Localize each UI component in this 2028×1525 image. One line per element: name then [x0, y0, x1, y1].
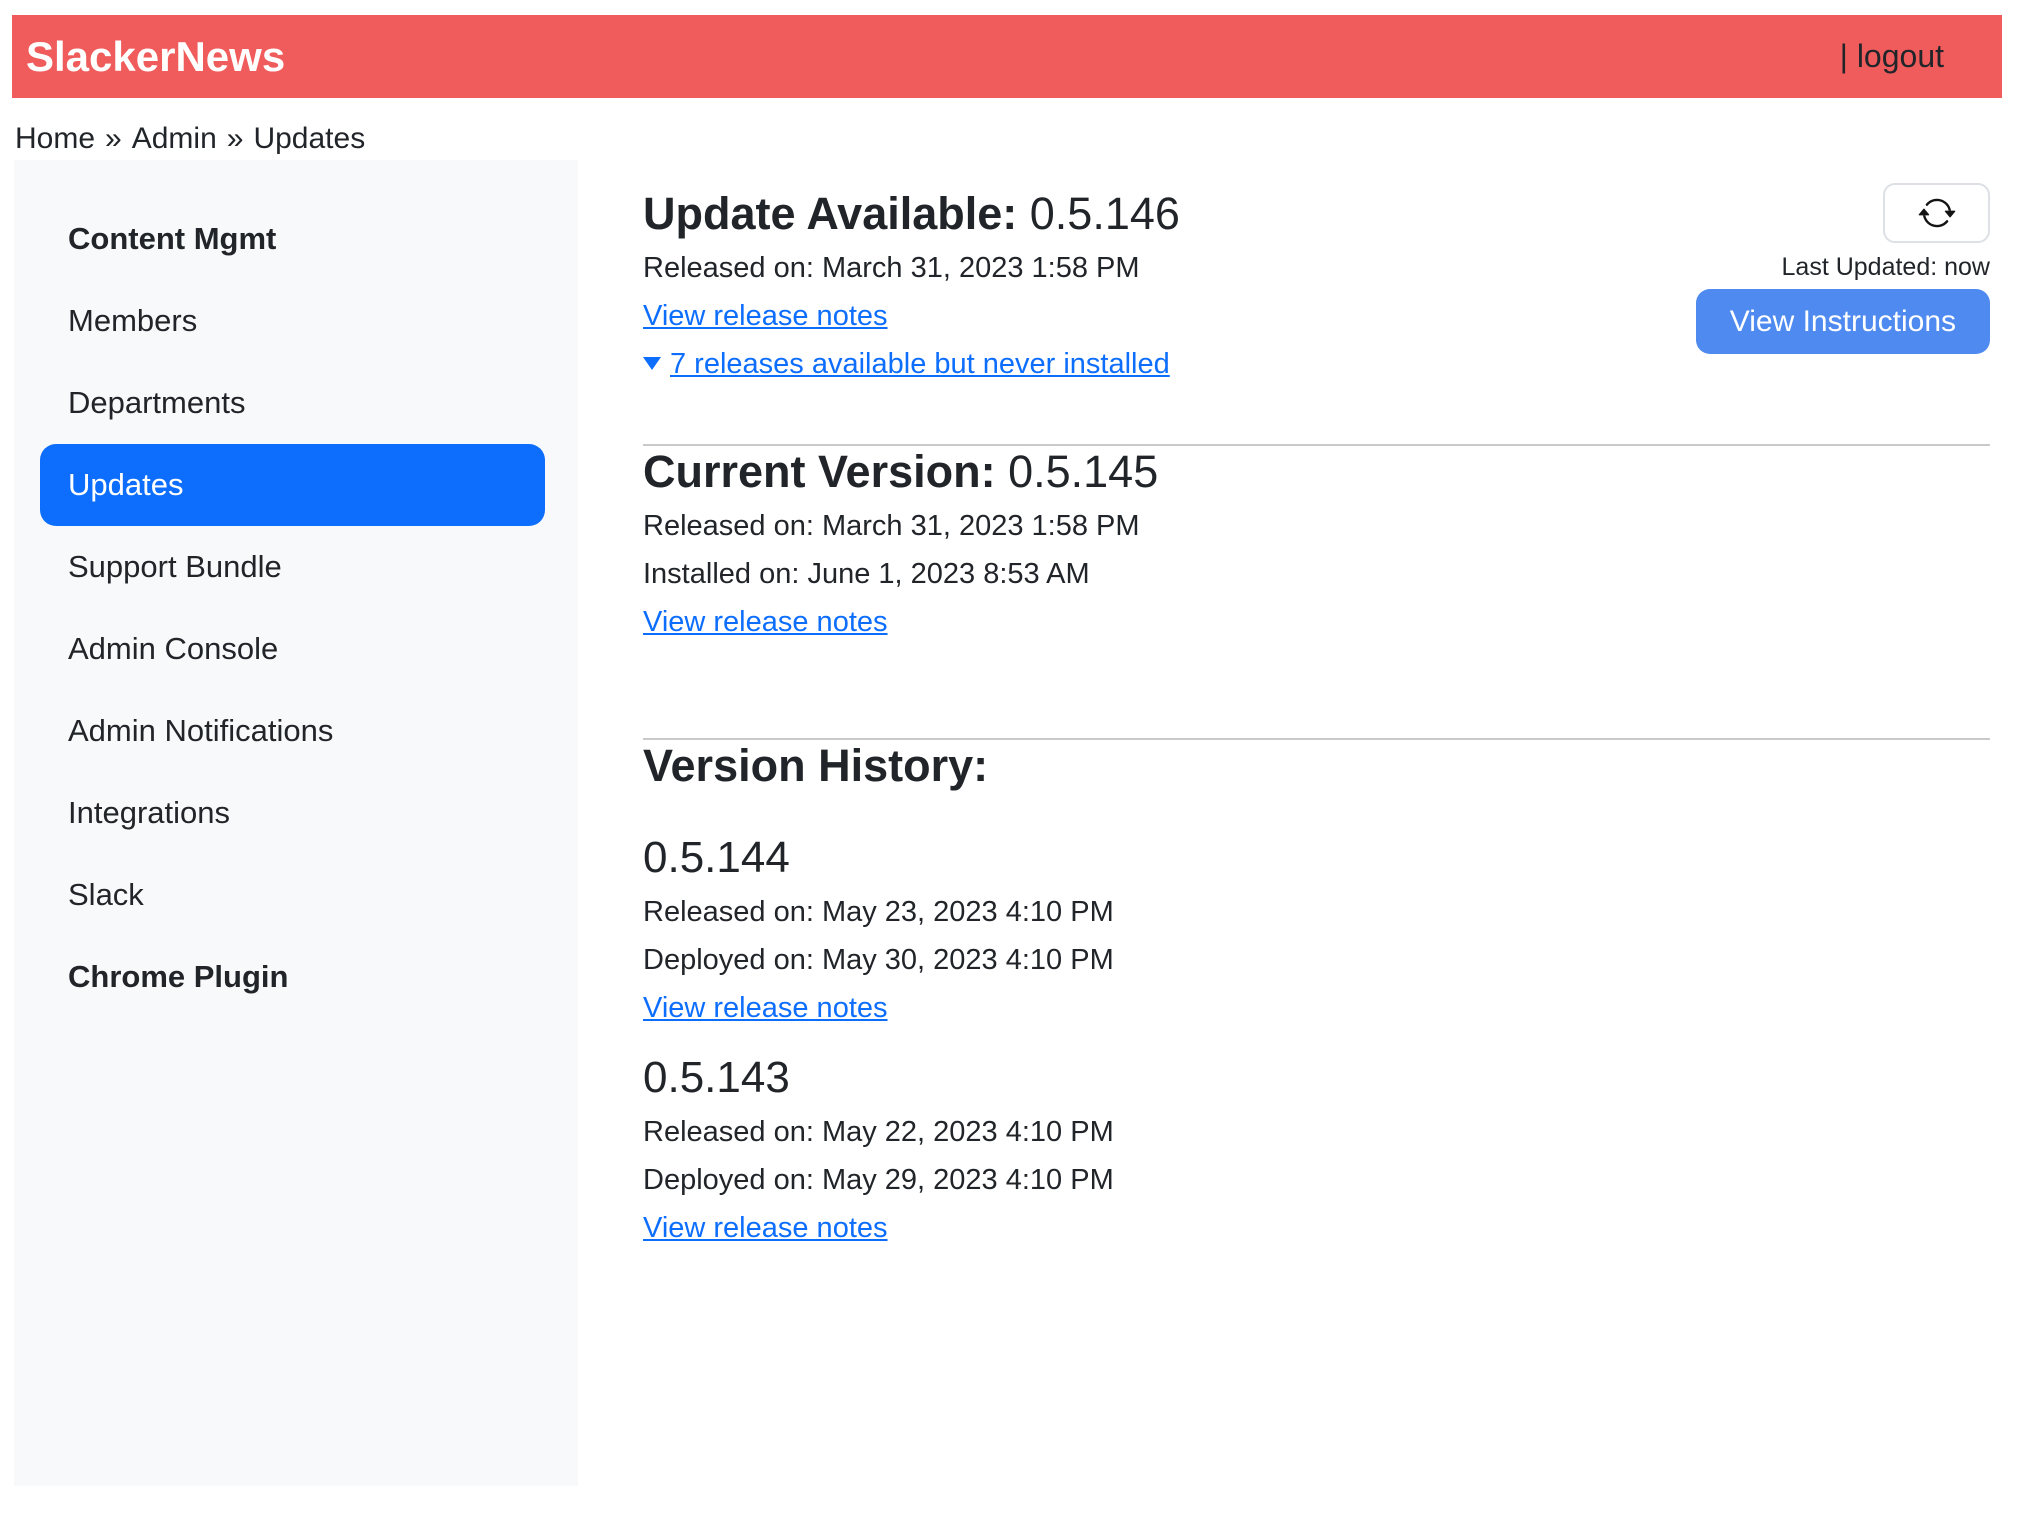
update-available-section: Update Available: 0.5.146 Released on: M…	[643, 188, 1990, 384]
current-installed-on: Installed on: June 1, 2023 8:53 AM	[643, 554, 1990, 594]
sidebar-item-updates[interactable]: Updates	[40, 444, 545, 526]
current-release-notes-link[interactable]: View release notes	[643, 606, 888, 638]
history-deployed-on: Deployed on: May 29, 2023 4:10 PM	[643, 1160, 1990, 1200]
update-available-label: Update Available:	[643, 188, 1017, 239]
sidebar-item-support-bundle[interactable]: Support Bundle	[40, 526, 545, 608]
logout-link[interactable]: | logout	[1840, 38, 1944, 75]
sidebar-item-admin-console[interactable]: Admin Console	[40, 608, 545, 690]
version-history-entry: 0.5.143 Released on: May 22, 2023 4:10 P…	[643, 1052, 1990, 1248]
history-deployed-on: Deployed on: May 30, 2023 4:10 PM	[643, 940, 1990, 980]
breadcrumb: Home » Admin » Updates	[15, 120, 2028, 158]
current-version-number: 0.5.145	[1008, 446, 1158, 497]
current-version-label: Current Version:	[643, 446, 996, 497]
sidebar-item-chrome-plugin[interactable]: Chrome Plugin	[40, 936, 545, 1018]
updates-main: Update Available: 0.5.146 Released on: M…	[578, 160, 2028, 1248]
history-released-on: Released on: May 23, 2023 4:10 PM	[643, 892, 1990, 932]
sidebar-item-content-mgmt[interactable]: Content Mgmt	[40, 198, 545, 280]
history-version: 0.5.143	[643, 1052, 1990, 1104]
update-available-heading: Update Available: 0.5.146	[643, 188, 1180, 240]
history-release-notes-link[interactable]: View release notes	[643, 992, 888, 1024]
breadcrumb-updates: Updates	[253, 122, 365, 155]
update-release-notes-link[interactable]: View release notes	[643, 300, 888, 332]
breadcrumb-admin[interactable]: Admin	[132, 122, 217, 155]
update-available-info: Update Available: 0.5.146 Released on: M…	[643, 188, 1180, 384]
sidebar-item-slack[interactable]: Slack	[40, 854, 545, 936]
update-controls: Last Updated: now View Instructions	[1696, 183, 1990, 354]
sidebar-item-members[interactable]: Members	[40, 280, 545, 362]
sidebar-item-integrations[interactable]: Integrations	[40, 772, 545, 854]
history-version: 0.5.144	[643, 832, 1990, 884]
page-body: Content Mgmt Members Departments Updates…	[0, 160, 2028, 1486]
admin-sidebar: Content Mgmt Members Departments Updates…	[14, 160, 578, 1486]
version-history-section: Version History: 0.5.144 Released on: Ma…	[643, 740, 1990, 1248]
version-history-entry: 0.5.144 Released on: May 23, 2023 4:10 P…	[643, 832, 1990, 1028]
arrow-repeat-icon	[1918, 194, 1956, 232]
releases-toggle-label: 7 releases available but never installed	[670, 348, 1170, 380]
sidebar-item-admin-notifications[interactable]: Admin Notifications	[40, 690, 545, 772]
breadcrumb-separator: »	[105, 122, 122, 155]
caret-down-icon	[643, 357, 661, 370]
brand-title: SlackerNews	[26, 33, 285, 81]
current-released-on: Released on: March 31, 2023 1:58 PM	[643, 506, 1990, 546]
current-version-section: Current Version: 0.5.145 Released on: Ma…	[643, 446, 1990, 642]
history-released-on: Released on: May 22, 2023 4:10 PM	[643, 1112, 1990, 1152]
app-header: SlackerNews | logout	[12, 15, 2002, 98]
refresh-button[interactable]	[1883, 183, 1990, 243]
last-updated-text: Last Updated: now	[1782, 253, 1990, 281]
breadcrumb-separator: »	[227, 122, 244, 155]
update-available-version: 0.5.146	[1030, 188, 1180, 239]
breadcrumb-home[interactable]: Home	[15, 122, 95, 155]
releases-toggle-link[interactable]: 7 releases available but never installed	[643, 348, 1170, 380]
view-instructions-button[interactable]: View Instructions	[1696, 289, 1990, 354]
update-released-on: Released on: March 31, 2023 1:58 PM	[643, 248, 1180, 288]
current-version-heading: Current Version: 0.5.145	[643, 446, 1990, 498]
version-history-heading: Version History:	[643, 740, 1990, 792]
history-release-notes-link[interactable]: View release notes	[643, 1212, 888, 1244]
sidebar-item-departments[interactable]: Departments	[40, 362, 545, 444]
